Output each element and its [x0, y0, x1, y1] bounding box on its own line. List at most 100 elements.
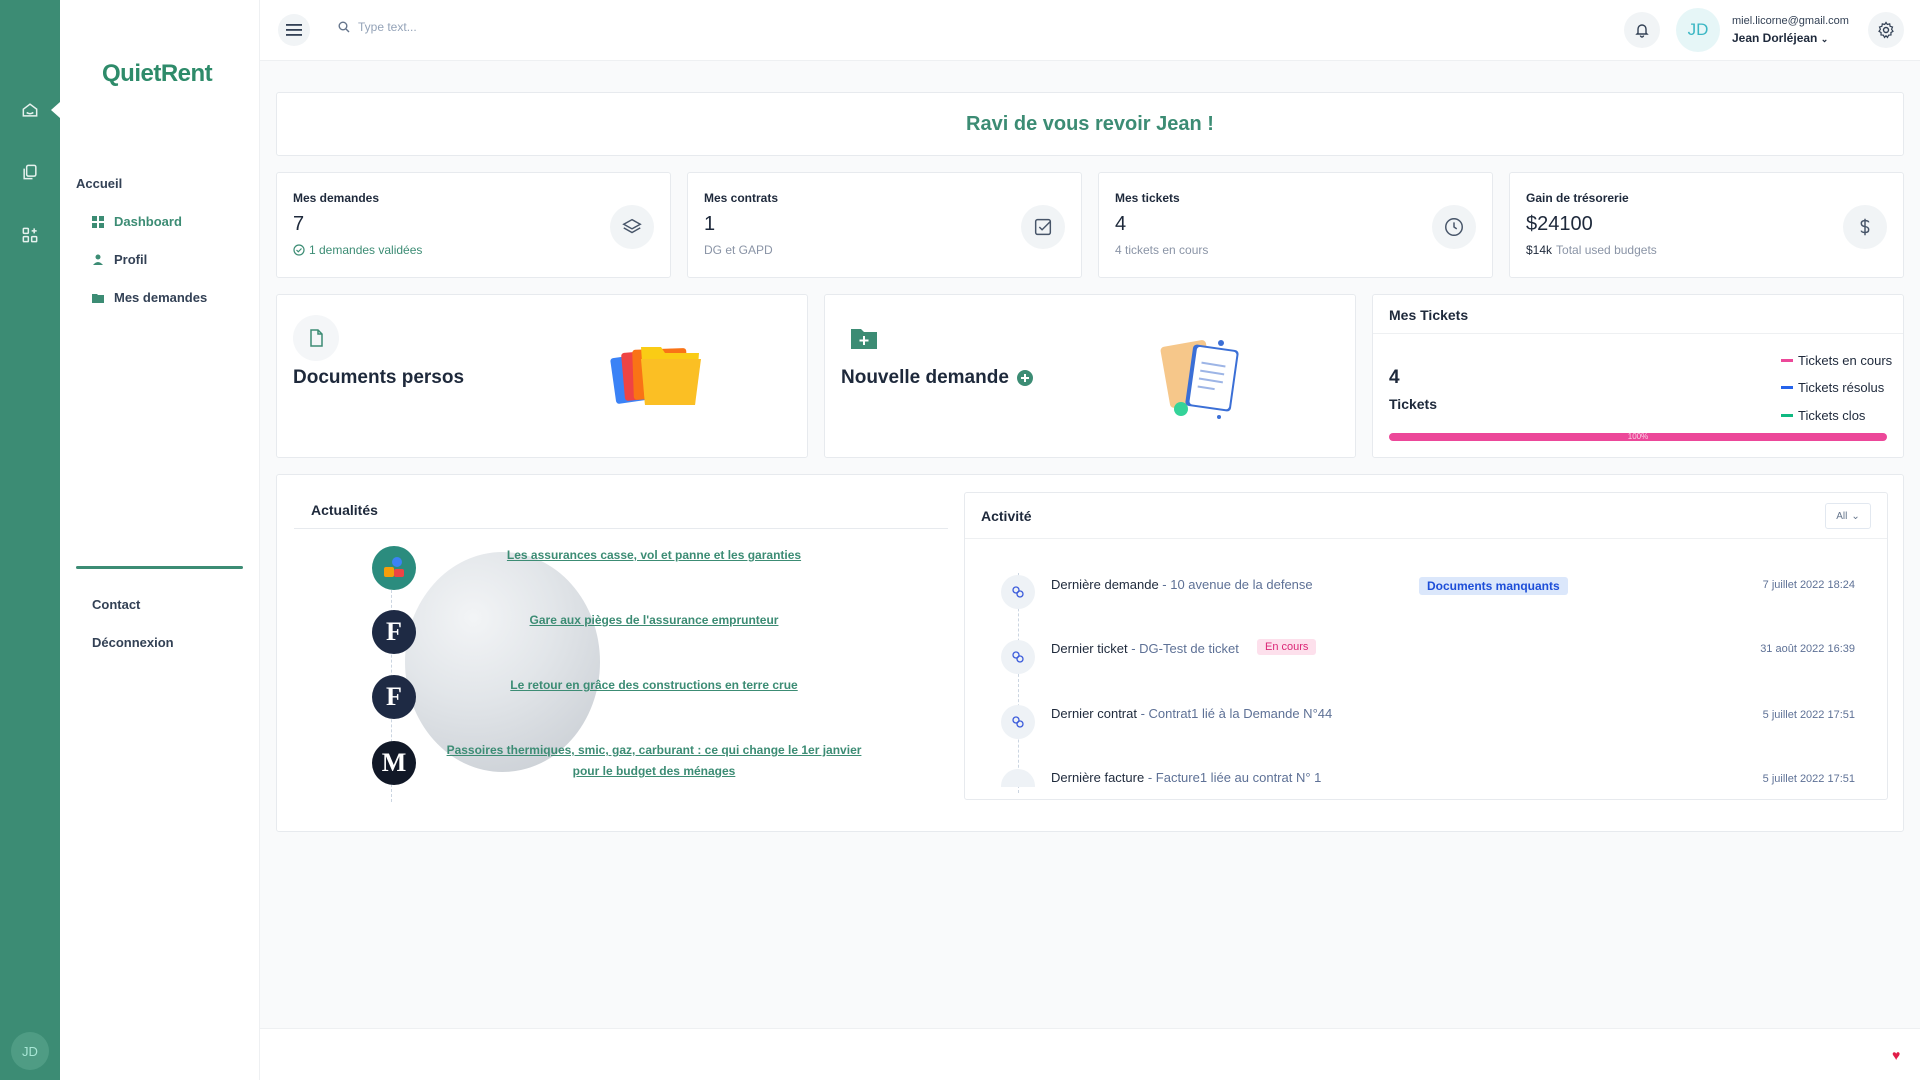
nouvelle-demande-card[interactable]: Nouvelle demande	[824, 294, 1356, 458]
stat-card-tresorerie[interactable]: Gain de trésorerie $24100 $14k Total use…	[1509, 172, 1904, 278]
stat-subtitle: 1 demandes validées	[293, 243, 422, 257]
card-title: Nouvelle demande	[841, 367, 1009, 388]
status-badge: En cours	[1257, 639, 1317, 655]
folder-add-icon	[841, 315, 887, 361]
legend-label: Tickets clos	[1798, 408, 1866, 423]
sidebar-item-label: Mes demandes	[114, 290, 208, 305]
dollar-icon	[1843, 205, 1887, 249]
sidebar-item-mes-demandes[interactable]: Mes demandes	[92, 290, 207, 305]
chevron-down-icon: ⌄	[1820, 34, 1829, 44]
link-icon	[1001, 769, 1035, 787]
news-link[interactable]: Gare aux pièges de l'assurance emprunteu…	[438, 610, 870, 631]
search-bar	[338, 20, 658, 34]
activity-label: Dernier contrat	[1051, 706, 1137, 721]
clipboard-illustration	[1155, 331, 1255, 427]
lemonde-icon: M	[372, 741, 416, 785]
copy-icon[interactable]	[18, 160, 42, 184]
activity-item[interactable]: Dernier ticket - DG-Test de ticket	[1051, 641, 1239, 656]
stat-card-contrats[interactable]: Mes contrats 1 DG et GAPD	[687, 172, 1082, 278]
stat-subtitle-text: Total used budgets	[1556, 243, 1657, 257]
tickets-title: Mes Tickets	[1389, 307, 1469, 323]
activity-date: 7 juillet 2022 18:24	[1762, 579, 1855, 591]
news-link[interactable]: Le retour en grâce des constructions en …	[438, 675, 870, 696]
stat-title: Mes contrats	[704, 191, 779, 205]
activity-title: Activité	[981, 508, 1032, 524]
profile-icon	[92, 254, 104, 266]
figaro-icon: F	[372, 675, 416, 719]
menu-toggle-button[interactable]	[278, 14, 310, 46]
legend-item: Tickets clos	[1781, 408, 1865, 423]
activity-date: 5 juillet 2022 17:51	[1762, 773, 1855, 785]
search-input[interactable]	[358, 20, 658, 34]
activity-detail: - 10 avenue de la defense	[1158, 577, 1313, 592]
stat-card-tickets[interactable]: Mes tickets 4 4 tickets en cours	[1098, 172, 1493, 278]
stat-title: Mes demandes	[293, 191, 380, 205]
figaro-icon: F	[372, 610, 416, 654]
gear-icon	[1878, 21, 1894, 39]
activity-label: Dernière demande	[1051, 577, 1159, 592]
sidebar-item-contact[interactable]: Contact	[92, 597, 140, 612]
insurance-icon	[372, 546, 416, 590]
folders-illustration	[607, 333, 707, 417]
activity-detail: - Facture1 liée au contrat N° 1	[1144, 770, 1322, 785]
user-menu[interactable]: Jean Dorléjean ⌄	[1732, 31, 1828, 45]
stat-value: $24100	[1526, 213, 1593, 235]
news-icon-letter: M	[381, 748, 407, 777]
settings-button[interactable]	[1868, 12, 1904, 48]
user-name: Jean Dorléjean	[1732, 31, 1818, 45]
legend-label: Tickets résolus	[1798, 380, 1885, 395]
news-icon-letter: F	[386, 682, 402, 711]
tickets-panel: Mes Tickets 4 Tickets Tickets en cours T…	[1372, 294, 1904, 458]
welcome-banner: Ravi de vous revoir Jean !	[276, 92, 1904, 156]
stat-value: 7	[293, 213, 305, 235]
plus-circle-icon	[1016, 370, 1033, 386]
stat-title: Gain de trésorerie	[1526, 191, 1629, 205]
activity-label: Dernier ticket	[1051, 641, 1128, 656]
activity-panel: Activité All ⌄ Dernière demande - 10 ave…	[964, 492, 1888, 800]
status-badge: Documents manquants	[1419, 577, 1568, 595]
folder-icon	[92, 292, 104, 304]
hamburger-icon	[286, 24, 302, 36]
divider	[1373, 333, 1903, 334]
globe-illustration	[405, 552, 600, 772]
activity-item[interactable]: Dernière demande - 10 avenue de la defen…	[1051, 577, 1313, 592]
stat-subtitle-text: 1 demandes validées	[309, 243, 423, 257]
sidebar-item-logout[interactable]: Déconnexion	[92, 635, 174, 650]
sidebar-item-label: Dashboard	[114, 214, 182, 229]
footer: ♥	[260, 1028, 1920, 1080]
legend-swatch	[1781, 414, 1793, 417]
stat-subtitle: $14k Total used budgets	[1526, 243, 1657, 257]
activity-detail: - DG-Test de ticket	[1127, 641, 1239, 656]
news-link[interactable]: Passoires thermiques, smic, gaz, carbura…	[438, 740, 870, 782]
legend-swatch	[1781, 386, 1793, 389]
chevron-down-icon: ⌄	[1851, 510, 1860, 522]
notifications-button[interactable]	[1624, 12, 1660, 48]
sidebar-item-profil[interactable]: Profil	[92, 252, 147, 267]
link-icon	[1001, 640, 1035, 674]
heart-icon: ♥	[1892, 1047, 1901, 1063]
activity-date: 5 juillet 2022 17:51	[1762, 709, 1855, 721]
sidebar-item-dashboard[interactable]: Dashboard	[92, 214, 182, 229]
news-icon-letter: F	[386, 617, 402, 646]
tickets-label: Tickets	[1389, 396, 1437, 412]
layers-icon	[610, 205, 654, 249]
activity-detail: - Contrat1 lié à la Demande N°44	[1136, 706, 1333, 721]
apps-icon[interactable]	[18, 223, 42, 247]
stat-card-demandes[interactable]: Mes demandes 7 1 demandes validées	[276, 172, 671, 278]
news-link[interactable]: Les assurances casse, vol et panne et le…	[438, 545, 870, 566]
progress-fill: 100%	[1389, 433, 1887, 441]
activity-item[interactable]: Dernier contrat - Contrat1 lié à la Dema…	[1051, 706, 1332, 721]
logo[interactable]: QuietRent	[102, 60, 213, 88]
user-avatar[interactable]: JD	[1676, 8, 1720, 52]
dashboard-icon	[92, 215, 104, 228]
activity-filter-select[interactable]: All ⌄	[1825, 503, 1871, 529]
card-title-row: Nouvelle demande	[841, 367, 1033, 389]
activity-item[interactable]: Dernière facture - Facture1 liée au cont…	[1051, 770, 1321, 785]
legend-swatch	[1781, 359, 1793, 362]
home-icon[interactable]	[18, 98, 42, 122]
rail-avatar[interactable]: JD	[11, 1032, 49, 1070]
documents-persos-card[interactable]: Documents persos	[276, 294, 808, 458]
document-icon	[293, 315, 339, 361]
active-indicator	[51, 102, 60, 118]
check-circle-icon	[293, 244, 305, 256]
